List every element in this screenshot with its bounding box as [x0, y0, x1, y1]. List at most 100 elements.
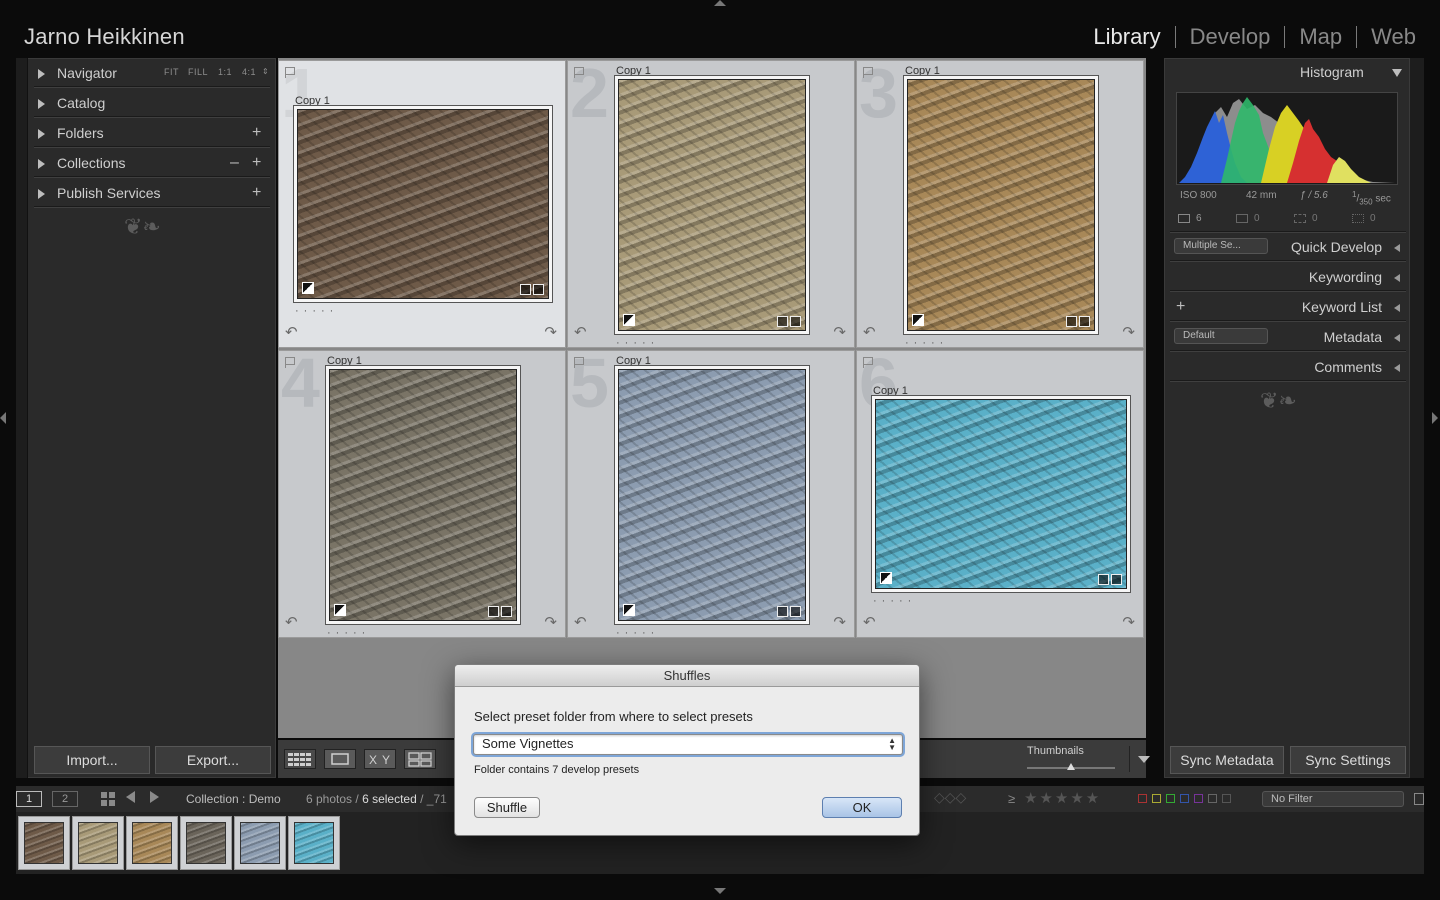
collections-panel-header[interactable]: Collections – +: [20, 150, 274, 178]
add-collection-icon[interactable]: +: [252, 155, 261, 171]
survey-view-button[interactable]: [404, 749, 436, 769]
import-button[interactable]: Import...: [34, 746, 150, 774]
purple-label-swatch[interactable]: [1194, 794, 1203, 803]
comments-panel-header[interactable]: Comments: [1170, 354, 1406, 382]
metadata-panel-header[interactable]: Default Metadata: [1170, 324, 1406, 352]
filmstrip-thumbnail[interactable]: [72, 816, 124, 870]
rating-dots[interactable]: ·····: [616, 337, 659, 349]
keyword-list-panel-header[interactable]: + Keyword List: [1170, 294, 1406, 322]
module-library[interactable]: Library: [1079, 24, 1174, 50]
quick-develop-panel-header[interactable]: Multiple Se... Quick Develop: [1170, 234, 1406, 262]
zoom-1-1[interactable]: 1:1: [218, 67, 232, 77]
flag-icon[interactable]: [863, 357, 873, 368]
primary-window-button[interactable]: 1: [16, 791, 42, 807]
top-panel-toggle-icon[interactable]: [714, 0, 726, 6]
grid-cell[interactable]: 6 Copy 1 ····· ↶ ↷: [856, 344, 1144, 638]
filmstrip-thumbnail[interactable]: [180, 816, 232, 870]
sync-metadata-button[interactable]: Sync Metadata: [1170, 746, 1284, 774]
thumbnail-size-slider[interactable]: [1027, 763, 1115, 770]
zoom-stepper-icon[interactable]: ⇕: [262, 67, 269, 76]
grid-cell[interactable]: 5 Copy 1 ····· ↶ ↷: [567, 344, 855, 639]
flag-icon[interactable]: [863, 67, 873, 78]
loupe-view-button[interactable]: [324, 749, 356, 769]
zoom-fill[interactable]: FILL: [188, 67, 208, 77]
rotate-right-icon[interactable]: ↷: [833, 613, 846, 631]
collapse-triangle-icon[interactable]: [1392, 69, 1402, 77]
back-arrow-icon[interactable]: [126, 791, 135, 803]
saved-preset-select[interactable]: Multiple Se...: [1174, 238, 1268, 254]
rotate-left-icon[interactable]: ↶: [574, 323, 587, 341]
filter-preset-select[interactable]: No Filter: [1262, 791, 1404, 807]
rotate-left-icon[interactable]: ↶: [863, 613, 876, 631]
ok-button[interactable]: OK: [822, 797, 902, 818]
rotate-right-icon[interactable]: ↷: [1122, 613, 1135, 631]
rating-dots[interactable]: ·····: [905, 337, 948, 349]
flag-icon[interactable]: [574, 357, 584, 368]
rotate-right-icon[interactable]: ↷: [833, 323, 846, 341]
rating-dots[interactable]: ·····: [616, 627, 659, 639]
shuffle-button[interactable]: Shuffle: [474, 797, 540, 818]
flag-icon[interactable]: [285, 357, 295, 368]
source-label[interactable]: Collection : Demo: [186, 792, 281, 806]
module-map[interactable]: Map: [1285, 24, 1356, 50]
rotate-right-icon[interactable]: ↷: [544, 323, 557, 341]
histogram-label[interactable]: Histogram: [1300, 64, 1364, 80]
grid-shortcut-icon[interactable]: [100, 791, 116, 807]
custom-label-swatch[interactable]: [1208, 794, 1217, 803]
blue-label-swatch[interactable]: [1180, 794, 1189, 803]
folders-panel-header[interactable]: Folders +: [20, 120, 274, 148]
flag-icon[interactable]: [285, 67, 295, 78]
pick-flag-filter-icon[interactable]: ◇◇◇: [934, 789, 966, 806]
photo-thumbnail[interactable]: [329, 369, 517, 621]
grid-cell[interactable]: 3 Copy 1 ····· ↶ ↷: [856, 54, 1144, 349]
rotate-right-icon[interactable]: ↷: [544, 613, 557, 631]
secondary-window-button[interactable]: 2: [52, 791, 78, 807]
left-panel-toggle-icon[interactable]: [0, 412, 6, 424]
color-label-filter[interactable]: [1138, 794, 1231, 803]
green-label-swatch[interactable]: [1166, 794, 1175, 803]
rotate-left-icon[interactable]: ↶: [285, 613, 298, 631]
rotate-right-icon[interactable]: ↷: [1122, 323, 1135, 341]
filter-lock-icon[interactable]: [1414, 793, 1424, 805]
rotate-left-icon[interactable]: ↶: [285, 323, 298, 341]
compare-view-button[interactable]: XY: [364, 749, 396, 769]
sync-settings-button[interactable]: Sync Settings: [1290, 746, 1406, 774]
metadata-preset-select[interactable]: Default: [1174, 328, 1268, 344]
bottom-panel-toggle-icon[interactable]: [714, 888, 726, 894]
keywording-panel-header[interactable]: Keywording: [1170, 264, 1406, 292]
rating-dots[interactable]: ·····: [873, 595, 916, 607]
grid-view-button[interactable]: [284, 749, 316, 769]
zoom-4-1[interactable]: 4:1: [242, 67, 256, 77]
rotate-left-icon[interactable]: ↶: [574, 613, 587, 631]
red-label-swatch[interactable]: [1138, 794, 1147, 803]
histogram-chart[interactable]: [1176, 92, 1398, 185]
yellow-label-swatch[interactable]: [1152, 794, 1161, 803]
add-publish-service-icon[interactable]: +: [252, 185, 261, 201]
rating-operator[interactable]: ≥: [1008, 791, 1015, 806]
rating-filter-stars-icon[interactable]: ★★★★★: [1024, 789, 1101, 807]
filmstrip-thumbnail[interactable]: [18, 816, 70, 870]
module-web[interactable]: Web: [1357, 24, 1416, 50]
grid-cell[interactable]: 4 Copy 1 ····· ↶ ↷: [278, 344, 566, 639]
remove-collection-icon[interactable]: –: [230, 155, 239, 171]
filmstrip-thumbnail[interactable]: [126, 816, 178, 870]
forward-arrow-icon[interactable]: [150, 791, 159, 803]
photo-thumbnail[interactable]: [907, 79, 1095, 331]
no-label-swatch[interactable]: [1222, 794, 1231, 803]
photo-thumbnail[interactable]: [618, 369, 806, 621]
slider-knob[interactable]: [1067, 763, 1075, 770]
rating-dots[interactable]: ·····: [327, 627, 370, 639]
grid-cell[interactable]: 2 Copy 1 ····· ↶ ↷: [567, 54, 855, 349]
photo-thumbnail[interactable]: [875, 399, 1127, 589]
module-develop[interactable]: Develop: [1176, 24, 1285, 50]
filmstrip-thumbnail[interactable]: [288, 816, 340, 870]
rotate-left-icon[interactable]: ↶: [863, 323, 876, 341]
photo-thumbnail[interactable]: [618, 79, 806, 331]
rating-dots[interactable]: ·····: [295, 305, 338, 317]
add-keyword-icon[interactable]: +: [1176, 298, 1185, 316]
preset-folder-select[interactable]: Some Vignettes ▲ ▼: [473, 734, 903, 755]
toolbar-menu-icon[interactable]: [1138, 756, 1150, 763]
export-button[interactable]: Export...: [155, 746, 271, 774]
navigator-panel-header[interactable]: Navigator FIT FILL 1:1 4:1 ⇕: [20, 60, 274, 88]
grid-cell[interactable]: 1 Copy 1 ····· ↶ ↷: [278, 54, 566, 348]
